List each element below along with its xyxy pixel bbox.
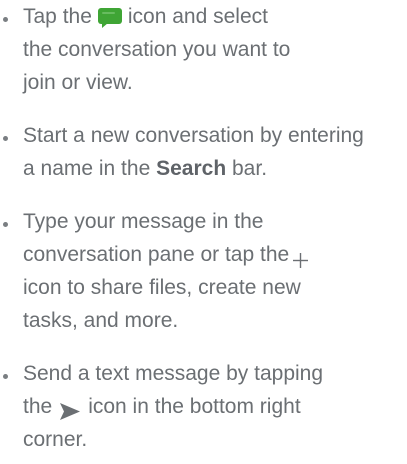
item-line: tasks, and more. bbox=[23, 309, 179, 332]
item-line: Tap the icon and select bbox=[23, 5, 268, 29]
bullet bbox=[3, 222, 8, 227]
item-line: a name in the Search bar. bbox=[23, 157, 268, 180]
item-line: Send a text message by tapping bbox=[23, 362, 324, 385]
item-line: icon to share files, create new bbox=[23, 276, 301, 299]
item-line: Start a new conversation by entering bbox=[23, 124, 364, 147]
bullet bbox=[3, 17, 8, 22]
item-line: conversation pane or tap the bbox=[23, 238, 407, 271]
bullet bbox=[3, 136, 8, 141]
item-line: the icon in the bottom right bbox=[23, 395, 301, 420]
search-label: Search bbox=[156, 157, 227, 180]
item-line: join or view. bbox=[23, 71, 133, 94]
item-line: Type your message in the bbox=[23, 210, 264, 233]
item-line: corner. bbox=[23, 428, 88, 451]
chat-icon bbox=[97, 5, 122, 29]
item-line: the conversation you want to bbox=[23, 38, 291, 61]
plus-icon bbox=[293, 245, 309, 268]
bullet bbox=[3, 374, 8, 379]
send-icon bbox=[60, 397, 81, 420]
